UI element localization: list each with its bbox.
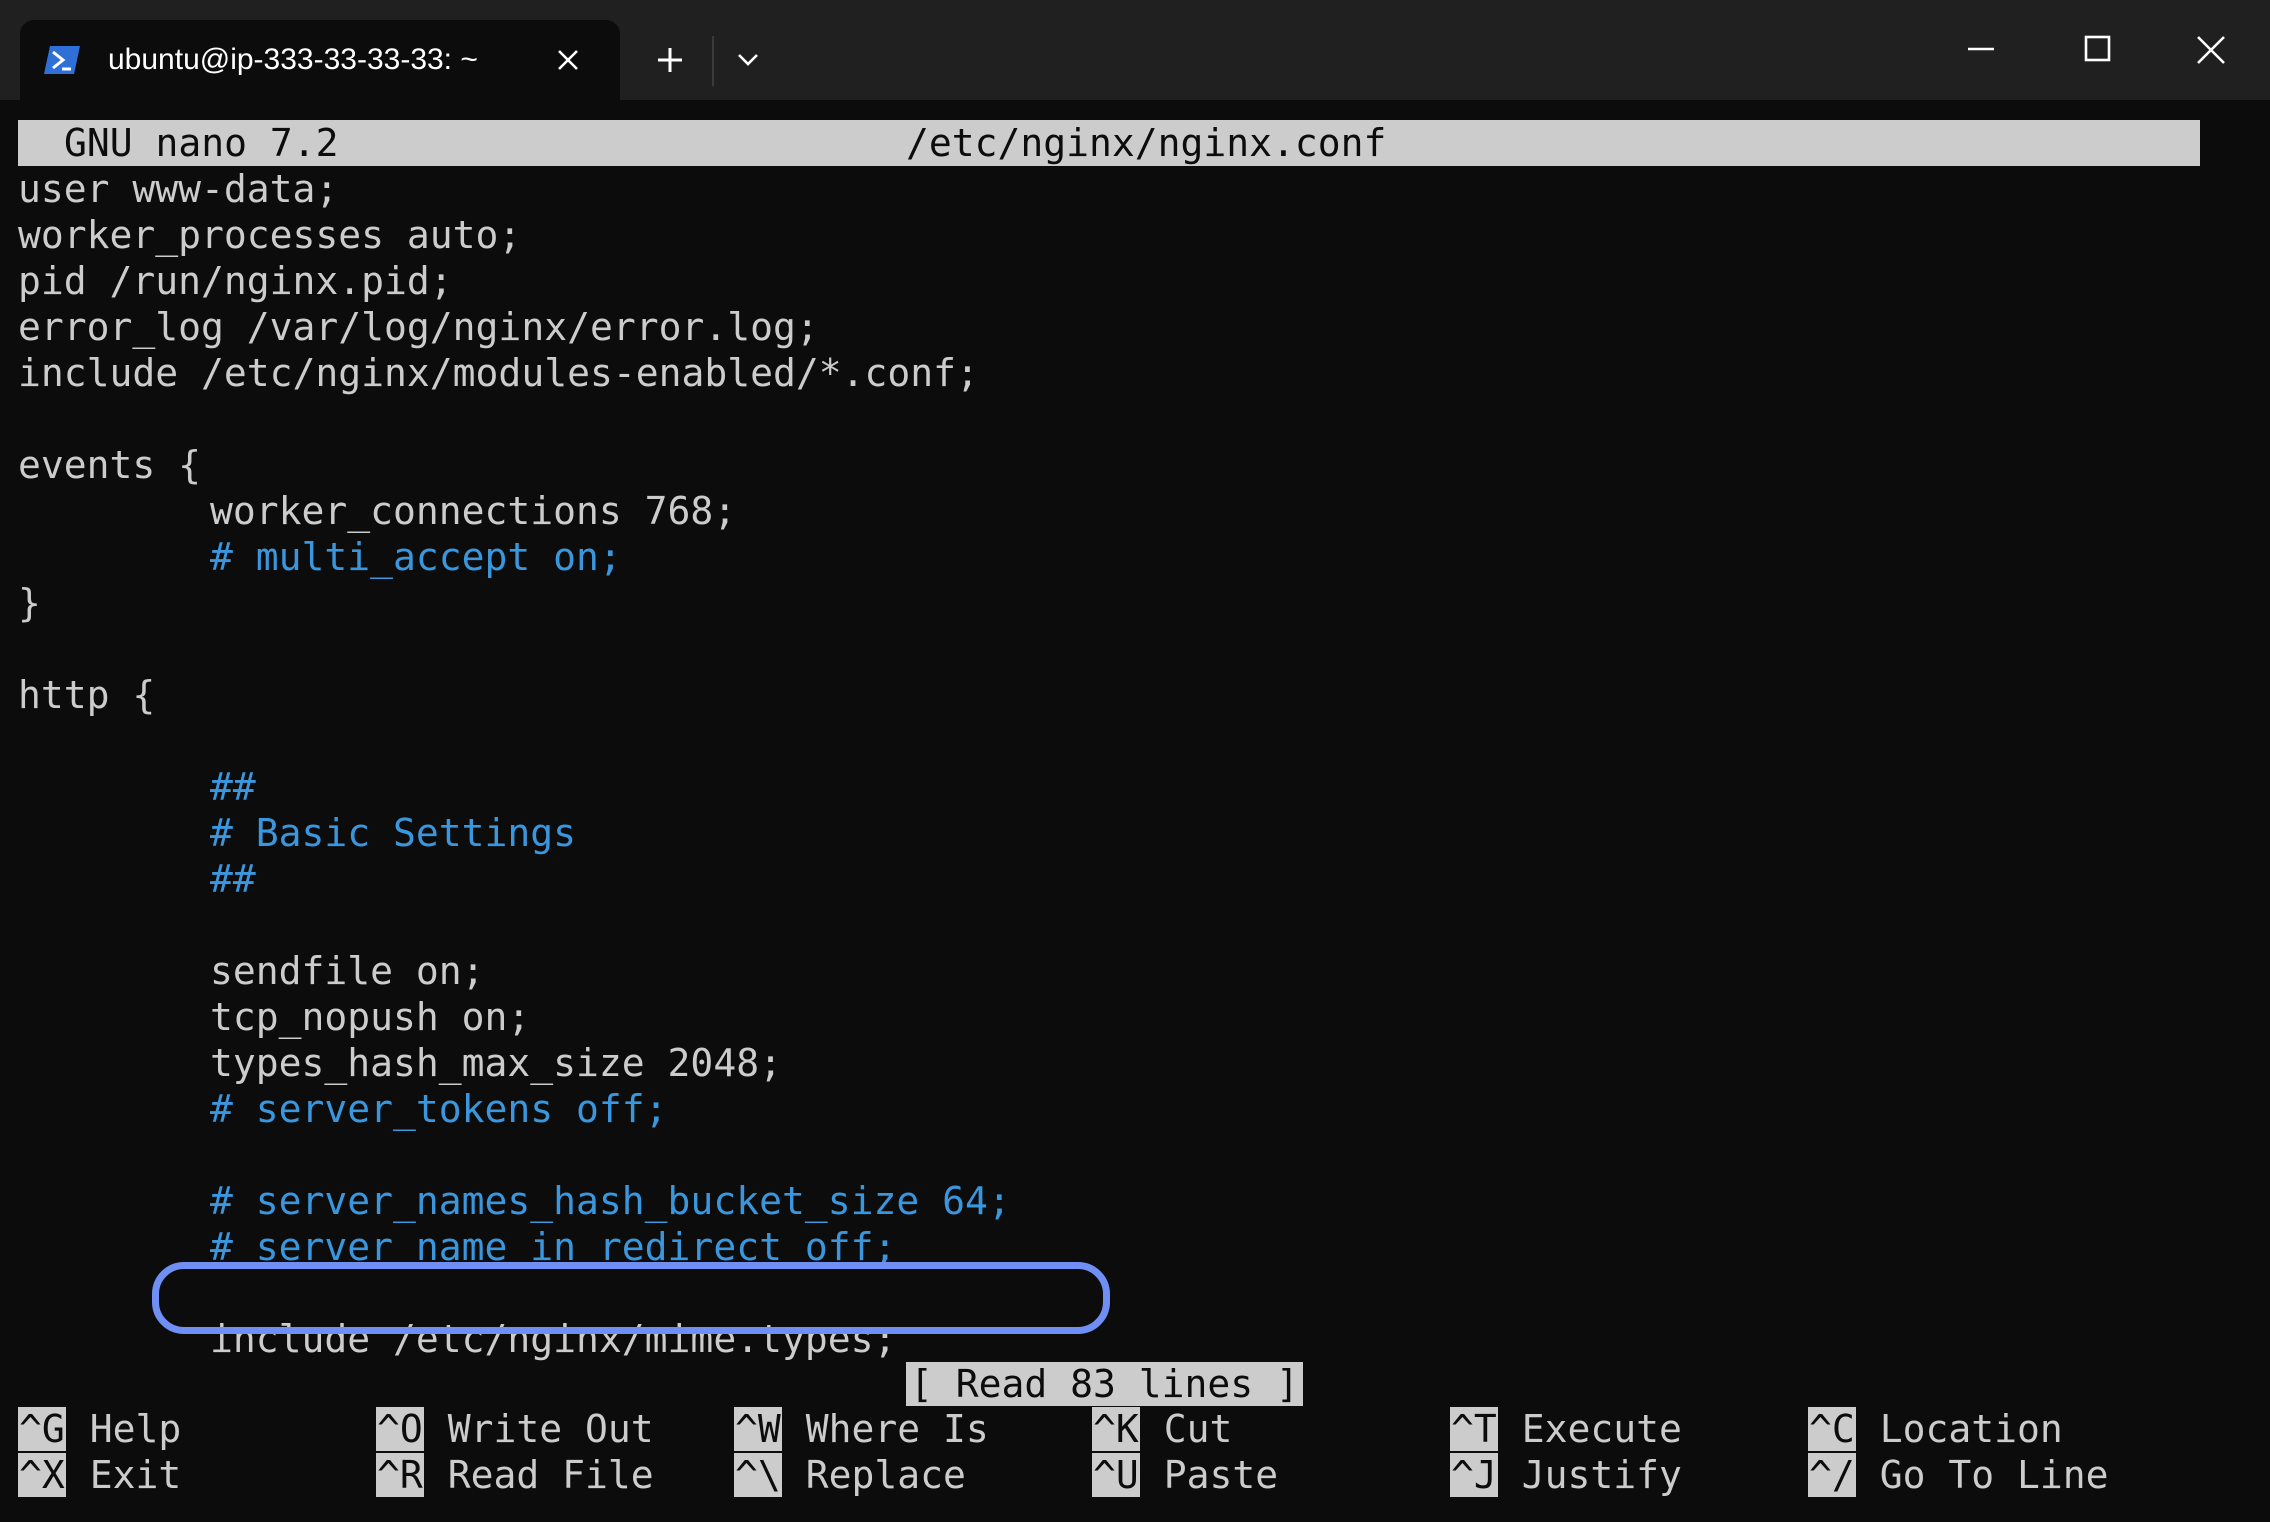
shortcut-item[interactable]: ^X Exit	[18, 1452, 181, 1498]
code-comment-line[interactable]: # server_names_hash_bucket_size 64;	[18, 1178, 2258, 1224]
code-line[interactable]: user www-data;	[18, 166, 2258, 212]
shortcut-key: ^G	[18, 1407, 66, 1451]
nano-version: GNU nano 7.2	[64, 121, 339, 165]
shortcut-label: Help	[89, 1407, 182, 1451]
shortcut-key: ^/	[1808, 1453, 1856, 1497]
code-comment-line[interactable]: ##	[18, 764, 2258, 810]
powershell-terminal-icon	[44, 46, 80, 74]
code-line[interactable]: events {	[18, 442, 2258, 488]
shortcut-label: Replace	[805, 1453, 966, 1497]
code-line[interactable]: worker_processes auto;	[18, 212, 2258, 258]
highlight-annotation	[152, 1262, 1110, 1334]
shortcut-label: Read File	[447, 1453, 654, 1497]
code-line[interactable]: }	[18, 580, 2258, 626]
new-tab-plus-icon[interactable]	[650, 40, 690, 80]
code-line[interactable]	[18, 902, 2258, 948]
chevron-down-icon[interactable]	[730, 42, 766, 78]
tab-title: ubuntu@ip-333-33-33-33: ~	[108, 43, 478, 76]
shortcut-key: ^\	[734, 1453, 782, 1497]
title-bar: ubuntu@ip-333-33-33-33: ~	[0, 0, 2270, 100]
status-message: [ Read 83 lines ]	[906, 1362, 1303, 1406]
shortcut-bar: ^G Help ^X Exit ^O Write Out ^R Read File ^W Wher…	[18, 1406, 2258, 1498]
shortcut-label: Where Is	[805, 1407, 989, 1451]
code-line[interactable]	[18, 626, 2258, 672]
shortcut-key: ^X	[18, 1453, 66, 1497]
code-comment-line[interactable]: # multi_accept on;	[18, 534, 2258, 580]
shortcut-item[interactable]: ^O Write Out	[376, 1406, 654, 1452]
shortcut-key: ^R	[376, 1453, 424, 1497]
shortcut-key: ^O	[376, 1407, 424, 1451]
code-line[interactable]: include /etc/nginx/modules-enabled/*.con…	[18, 350, 2258, 396]
shortcut-item[interactable]: ^U Paste	[1092, 1452, 1278, 1498]
shortcut-label: Location	[1879, 1407, 2063, 1451]
code-line[interactable]: sendfile on;	[18, 948, 2258, 994]
code-comment-line[interactable]: ##	[18, 856, 2258, 902]
shortcut-item[interactable]: ^C Location	[1808, 1406, 2063, 1452]
code-comment-line[interactable]: # Basic Settings	[18, 810, 2258, 856]
maximize-icon[interactable]	[2062, 20, 2132, 80]
terminal-area[interactable]: GNU nano 7.2 /etc/nginx/nginx.conf user …	[0, 100, 2270, 1522]
shortcut-key: ^K	[1092, 1407, 1140, 1451]
shortcut-label: Execute	[1521, 1407, 1682, 1451]
shortcut-item[interactable]: ^K Cut	[1092, 1406, 1232, 1452]
code-line[interactable]: types_hash_max_size 2048;	[18, 1040, 2258, 1086]
code-line[interactable]	[18, 396, 2258, 442]
code-line[interactable]: http {	[18, 672, 2258, 718]
terminal-tab[interactable]: ubuntu@ip-333-33-33-33: ~	[20, 20, 620, 100]
shortcut-item[interactable]: ^T Execute	[1450, 1406, 1682, 1452]
code-line[interactable]: error_log /var/log/nginx/error.log;	[18, 304, 2258, 350]
close-window-icon[interactable]	[2176, 20, 2246, 80]
code-line[interactable]: worker_connections 768;	[18, 488, 2258, 534]
shortcut-label: Cut	[1163, 1407, 1233, 1451]
shortcut-item[interactable]: ^G Help	[18, 1406, 181, 1452]
close-tab-icon[interactable]	[550, 42, 586, 78]
shortcut-label: Paste	[1163, 1453, 1279, 1497]
nano-header-bar: GNU nano 7.2 /etc/nginx/nginx.conf	[18, 120, 2200, 166]
code-line[interactable]	[18, 1132, 2258, 1178]
code-line[interactable]	[18, 718, 2258, 764]
shortcut-key: ^T	[1450, 1407, 1498, 1451]
shortcut-key: ^U	[1092, 1453, 1140, 1497]
shortcut-item[interactable]: ^J Justify	[1450, 1452, 1682, 1498]
shortcut-item[interactable]: ^W Where Is	[734, 1406, 989, 1452]
code-line[interactable]: tcp_nopush on;	[18, 994, 2258, 1040]
shortcut-key: ^J	[1450, 1453, 1498, 1497]
shortcut-label: Go To Line	[1879, 1453, 2109, 1497]
shortcut-label: Write Out	[447, 1407, 654, 1451]
shortcut-item[interactable]: ^\ Replace	[734, 1452, 966, 1498]
nano-filename: /etc/nginx/nginx.conf	[906, 121, 1387, 165]
code-comment-line[interactable]: # server_tokens off;	[18, 1086, 2258, 1132]
code-line[interactable]: pid /run/nginx.pid;	[18, 258, 2258, 304]
shortcut-item[interactable]: ^R Read File	[376, 1452, 654, 1498]
shortcut-key: ^C	[1808, 1407, 1856, 1451]
shortcut-label: Exit	[89, 1453, 182, 1497]
shortcut-key: ^W	[734, 1407, 782, 1451]
shortcut-label: Justify	[1521, 1453, 1682, 1497]
minimize-icon[interactable]	[1946, 20, 2016, 80]
tab-separator	[712, 36, 714, 86]
shortcut-item[interactable]: ^/ Go To Line	[1808, 1452, 2109, 1498]
